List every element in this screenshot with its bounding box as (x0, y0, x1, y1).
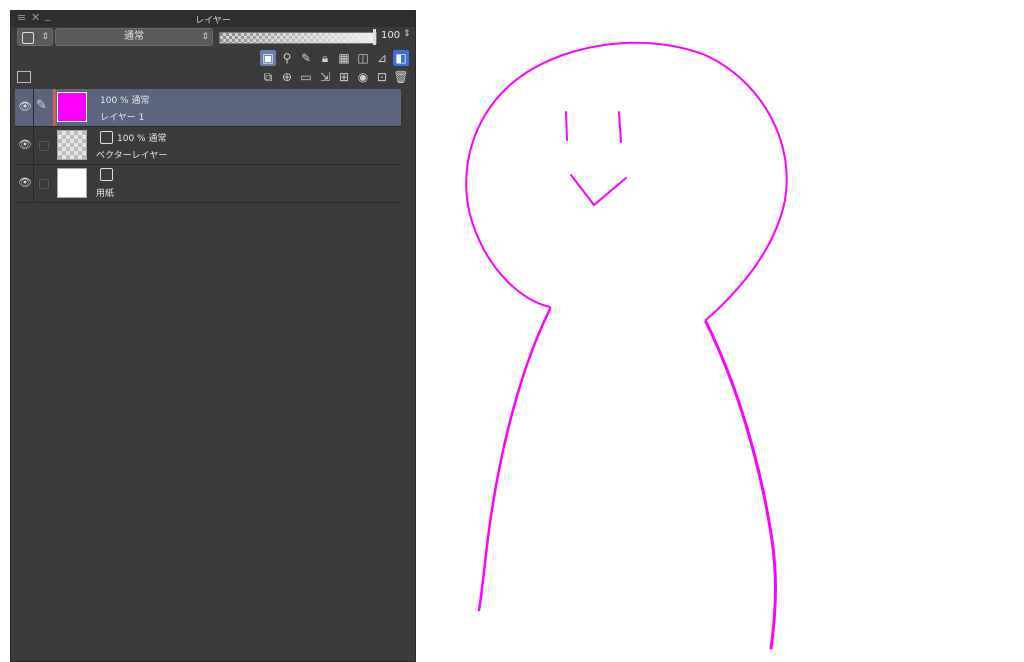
vector-layer-icon (100, 131, 113, 144)
divider (33, 89, 34, 126)
layer-opacity-mode: 100 % 通常 (100, 96, 150, 106)
opacity-slider[interactable] (219, 32, 377, 44)
layer-list-icon[interactable] (17, 71, 31, 83)
eye-icon[interactable]: 👁︎ (18, 138, 32, 151)
opacity-slider-knob[interactable] (373, 29, 376, 45)
layer-row[interactable]: 👁︎ ✎ 100 % 通常 レイヤー 1 (15, 89, 401, 127)
mask-add-icon[interactable]: ◉ (355, 69, 371, 85)
eye-icon[interactable]: 👁︎ (18, 176, 32, 189)
layer-properties-row: ⇕ 通常 ⇕ 100 ⇕ (17, 28, 411, 48)
edit-target-checkbox[interactable] (39, 179, 49, 189)
paper-layer-icon (100, 168, 117, 182)
edit-target-checkbox[interactable] (39, 141, 49, 151)
layer-actions-toolbar: ⧉ ⊕ ▭ ⇲ ⊞ ◉ ⊡ 🗑︎ (260, 68, 409, 86)
layer-thumbnail (57, 92, 87, 122)
layer-attribute-toolbar: ▣ ⚲ ✎ 🔒︎ ▦ ◫ ⊿ ◧ (260, 49, 409, 67)
eye-icon[interactable]: 👁︎ (18, 100, 32, 113)
layer-name[interactable]: レイヤー 1 (100, 110, 144, 123)
right-body-line (704, 320, 777, 650)
layer-thumbnail (57, 168, 87, 198)
opacity-value[interactable]: 100 (381, 30, 400, 41)
mouth (570, 174, 627, 207)
palette-color-icon[interactable]: ◧ (393, 50, 409, 66)
new-vector-icon[interactable]: ⊕ (279, 69, 295, 85)
square-icon (22, 32, 34, 44)
layer-opacity-mode: 100 % 通常 (100, 131, 166, 145)
new-raster-icon[interactable]: ⧉ (260, 69, 276, 85)
layer-row[interactable]: 👁︎ 100 % 通常 ベクターレイヤー (15, 127, 401, 165)
left-body-line (477, 307, 552, 612)
new-folder-icon[interactable]: ▭ (298, 69, 314, 85)
draft-icon[interactable]: ✎ (298, 50, 314, 66)
clip-icon[interactable]: ▣ (260, 50, 276, 66)
divider (33, 165, 34, 202)
transfer-icon[interactable]: ⇲ (317, 69, 333, 85)
chevron-updown-icon: ⇕ (41, 32, 49, 42)
blend-mode-dropdown[interactable]: 通常 ⇕ (55, 28, 213, 46)
ruler-icon[interactable]: ⊿ (374, 50, 390, 66)
chevron-updown-icon: ⇕ (201, 32, 209, 42)
layer-color-bar (53, 89, 56, 126)
panel-titlebar: ≡ ✕ _ レイヤー (11, 9, 415, 27)
opacity-stepper[interactable]: ⇕ (403, 29, 411, 39)
delete-icon[interactable]: 🗑︎ (393, 69, 409, 85)
merge-icon[interactable]: ⊞ (336, 69, 352, 85)
drawing-canvas[interactable] (416, 0, 1024, 662)
lock-transparent-icon[interactable]: ▦ (336, 50, 352, 66)
layer-thumbnail (57, 130, 87, 160)
right-eye (618, 111, 622, 143)
blend-mode-label: 通常 (124, 31, 144, 42)
lock-icon[interactable]: 🔒︎ (317, 50, 333, 66)
layer-panel: ≡ ✕ _ レイヤー ⇕ 通常 ⇕ 100 ⇕ ▣ ⚲ ✎ 🔒︎ ▦ ◫ ⊿ ◧… (10, 9, 416, 662)
figure-drawing (465, 41, 788, 650)
mask-icon[interactable]: ◫ (355, 50, 371, 66)
reference-icon[interactable]: ⚲ (279, 50, 295, 66)
layer-name[interactable]: 用紙 (96, 186, 114, 199)
apply-mask-icon[interactable]: ⊡ (374, 69, 390, 85)
panel-title: レイヤー (195, 16, 231, 26)
layer-list: 👁︎ ✎ 100 % 通常 レイヤー 1 👁︎ 100 % 通常 ベクターレイヤ… (15, 89, 401, 203)
divider (33, 127, 34, 164)
head-outline (465, 41, 788, 321)
pencil-icon: ✎ (36, 98, 47, 113)
layer-row[interactable]: 👁︎ 用紙 (15, 165, 401, 203)
layer-name[interactable]: ベクターレイヤー (96, 148, 167, 161)
layer-color-dropdown[interactable]: ⇕ (17, 28, 53, 46)
left-eye (565, 111, 568, 141)
